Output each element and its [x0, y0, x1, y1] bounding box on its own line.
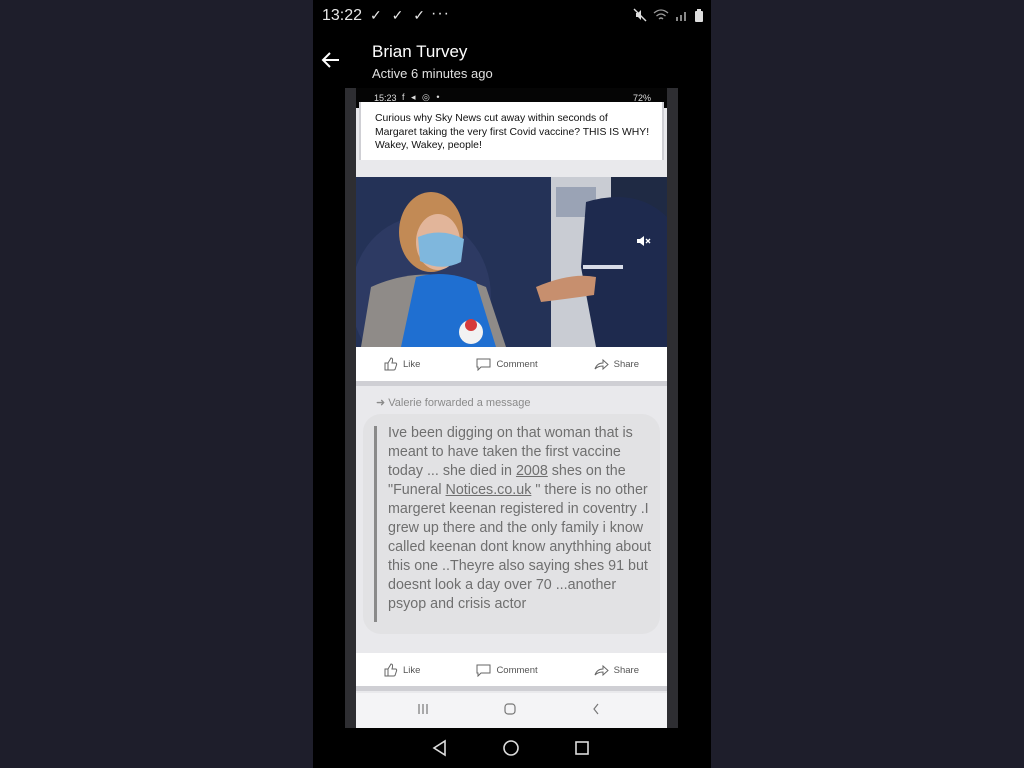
forward-arrow-icon: ➜: [376, 397, 389, 409]
share-button[interactable]: Share: [594, 357, 639, 371]
message-action-bar: Like Comment Share: [356, 653, 667, 687]
comment-button[interactable]: Comment: [476, 357, 538, 371]
contact-active-status: Active 6 minutes ago: [372, 66, 493, 81]
status-icons: [633, 8, 703, 22]
forwarded-text-part: " there is no other margeret keenan regi…: [388, 482, 652, 612]
back-arrow-icon[interactable]: [317, 46, 345, 74]
speaker-muted-icon[interactable]: [635, 233, 651, 249]
nav-back-icon[interactable]: [430, 738, 450, 758]
post-photo: [356, 177, 667, 347]
share-label: Share: [613, 358, 639, 370]
year-link[interactable]: 2008: [516, 463, 548, 479]
like-button[interactable]: Like: [384, 663, 420, 677]
thumbs-up-icon: [384, 663, 398, 677]
shared-screenshot[interactable]: 15:23 f ◂ ◎ • 72% Curious why Sky News c…: [356, 88, 667, 728]
share-label: Share: [613, 664, 639, 676]
post-action-bar: Like Comment Share: [356, 347, 667, 381]
comment-button[interactable]: Comment: [476, 663, 538, 677]
post-text: Curious why Sky News cut away within sec…: [359, 102, 664, 160]
forwarded-label-text: Valerie forwarded a message: [388, 397, 531, 409]
forwarded-label: ➜ Valerie forwarded a message: [376, 396, 531, 409]
funeral-notices-link[interactable]: Notices.co.uk: [446, 482, 532, 498]
nav-home-icon[interactable]: [501, 738, 521, 758]
signal-icon: [676, 12, 686, 21]
screenshot-nav-bar: [356, 693, 667, 728]
mute-icon: [633, 8, 647, 22]
speech-bubble-icon: [476, 358, 491, 371]
forwarded-message-bubble[interactable]: Ive been digging on that woman that is m…: [363, 414, 660, 634]
notification-check-icons: ✓ ✓ ✓: [370, 7, 428, 23]
comment-label: Comment: [496, 664, 538, 676]
like-button[interactable]: Like: [384, 357, 420, 371]
phone-screen: 13:22 ✓ ✓ ✓ ··· Brian Turvey Active 6 mi…: [313, 0, 711, 768]
status-time: 13:22: [322, 7, 363, 24]
back-chevron-icon: [593, 703, 599, 715]
phone-nav-bar: [313, 728, 711, 768]
thumbs-up-icon: [384, 357, 398, 371]
like-label: Like: [403, 358, 421, 370]
recent-apps-icon: [418, 704, 428, 714]
bottom-divider: [356, 686, 667, 691]
comment-label: Comment: [496, 358, 538, 370]
home-icon: [504, 703, 516, 715]
share-button[interactable]: Share: [594, 663, 639, 677]
post-divider: [356, 381, 667, 386]
more-notifications-icon: ···: [431, 5, 450, 22]
quote-bar: [374, 426, 377, 622]
battery-icon: [695, 8, 703, 22]
share-arrow-icon: [594, 664, 609, 677]
like-label: Like: [403, 664, 421, 676]
forwarded-message-text: Ive been digging on that woman that is m…: [388, 424, 658, 614]
share-arrow-icon: [594, 358, 609, 371]
nav-recents-icon[interactable]: [572, 738, 592, 758]
speech-bubble-icon: [476, 664, 491, 677]
wifi-icon: [653, 8, 669, 19]
contact-name[interactable]: Brian Turvey: [372, 42, 467, 62]
status-bar: 13:22 ✓ ✓ ✓ ···: [313, 0, 711, 32]
